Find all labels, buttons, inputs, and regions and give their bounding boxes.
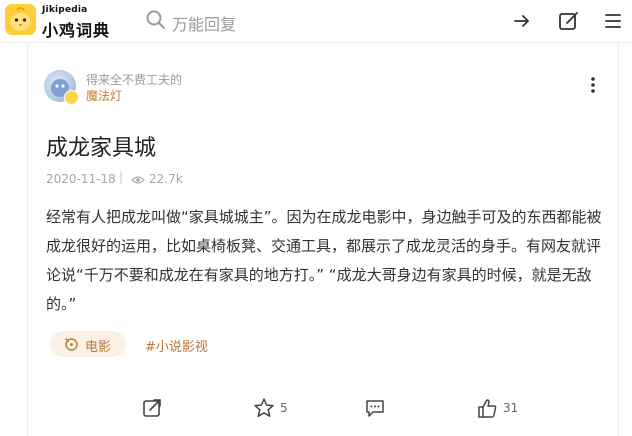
author-motto: 得来全不费工夫的 xyxy=(86,73,183,87)
post-date: 2020-11-18 xyxy=(46,172,116,186)
author-name[interactable]: 魔法灯 xyxy=(86,87,122,104)
arrow-right-icon[interactable] xyxy=(510,9,534,33)
post-content: 经常有人把成龙叫做“家具城城主”。因为在成龙电影中，身边触手可及的东西都能被成龙… xyxy=(46,208,602,313)
view-count: 22.7k xyxy=(149,172,183,186)
search-input[interactable]: 万能回复 xyxy=(172,11,236,35)
logo-name[interactable]: 小鸡词典 xyxy=(42,17,110,41)
like-count: 31 xyxy=(503,401,519,415)
more-options-icon[interactable] xyxy=(585,75,601,95)
search-icon[interactable] xyxy=(145,9,167,31)
comment-icon[interactable] xyxy=(364,397,386,419)
user-badge-icon xyxy=(64,90,79,105)
star-icon[interactable] xyxy=(253,397,275,419)
post-title: 成龙家具城 xyxy=(46,136,157,161)
thumbs-up-icon[interactable] xyxy=(476,397,498,419)
share-icon[interactable] xyxy=(141,397,163,419)
top-bar: Jikipedia 小鸡词典 万能回复 xyxy=(0,0,632,43)
logo-chick-icon[interactable] xyxy=(5,4,36,35)
tag-movie[interactable]: 电影 xyxy=(50,331,126,357)
favorite-count: 5 xyxy=(280,401,288,415)
edit-icon[interactable] xyxy=(557,9,581,33)
tag-fiction-film[interactable]: #小说影视 xyxy=(145,336,208,355)
movie-reel-icon xyxy=(65,338,78,351)
logo-subtitle: Jikipedia xyxy=(42,5,88,15)
tag-movie-label: 电影 xyxy=(85,340,112,355)
meta-separator: | xyxy=(119,170,124,184)
menu-icon[interactable] xyxy=(601,9,625,33)
eye-icon xyxy=(131,176,145,184)
